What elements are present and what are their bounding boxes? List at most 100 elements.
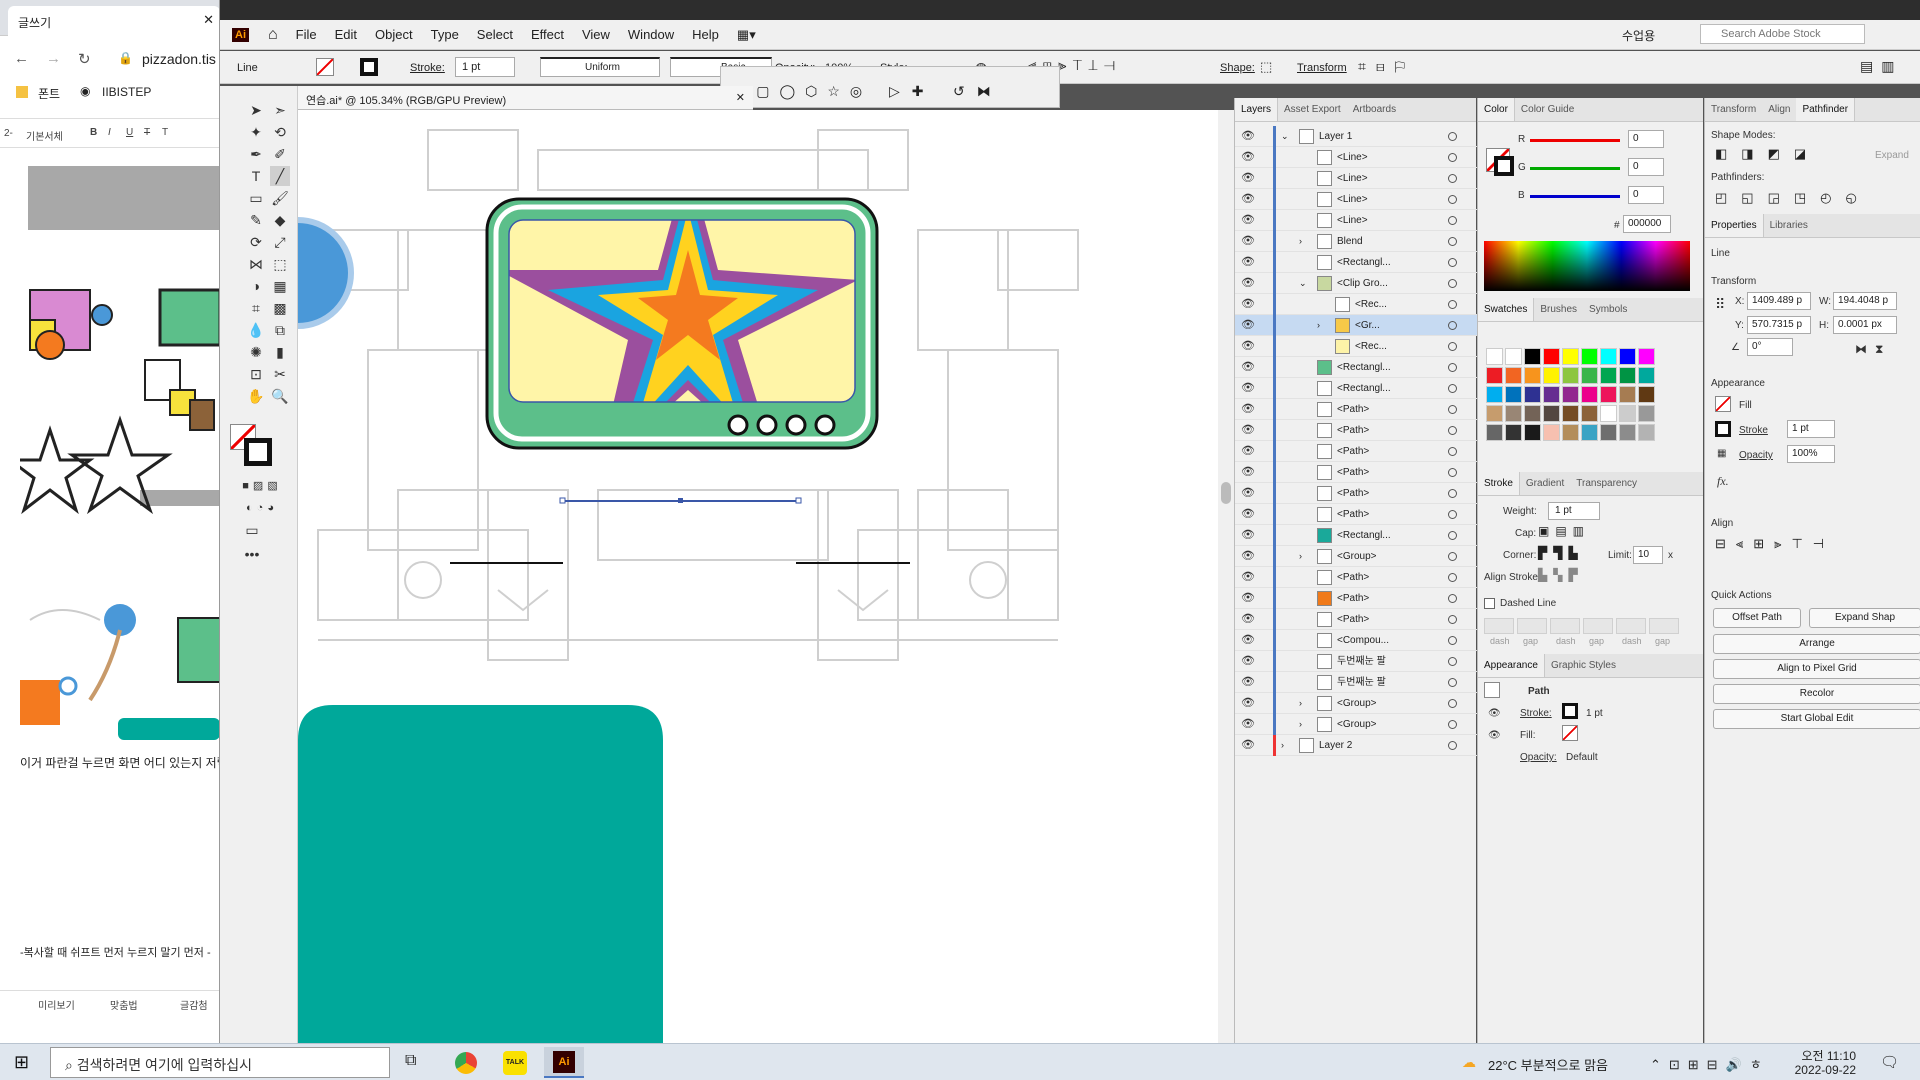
slice-tool-icon[interactable]: ✂: [270, 364, 290, 384]
pen-tool-icon[interactable]: ✒: [246, 144, 266, 164]
layer-row[interactable]: 👁 <Line>: [1235, 147, 1477, 168]
appearance-fill-label[interactable]: Fill:: [1520, 730, 1536, 741]
visibility-eye-icon[interactable]: 👁: [1241, 462, 1255, 483]
strike-button[interactable]: T: [144, 127, 150, 138]
swatch-cell[interactable]: [1600, 386, 1617, 403]
expand-arrow-icon[interactable]: ⌄: [1281, 126, 1289, 147]
angle-input[interactable]: 0°: [1747, 338, 1793, 356]
swatch-cell[interactable]: [1543, 348, 1560, 365]
menu-effect[interactable]: Effect: [522, 27, 573, 42]
swatch-cell[interactable]: [1581, 348, 1598, 365]
target-circle-icon[interactable]: [1448, 216, 1457, 225]
swatch-cell[interactable]: [1543, 386, 1560, 403]
color-spectrum[interactable]: [1484, 241, 1690, 291]
stroke-label[interactable]: Stroke:: [410, 62, 445, 74]
expand-arrow-icon[interactable]: ›: [1281, 735, 1284, 756]
visibility-eye-icon[interactable]: 👁: [1241, 588, 1255, 609]
rotate-reflect-icons[interactable]: ↺⧓: [953, 83, 1003, 100]
target-circle-icon[interactable]: [1448, 258, 1457, 267]
expand-shape-button[interactable]: Expand Shap: [1809, 608, 1920, 628]
swatch-cell[interactable]: [1505, 424, 1522, 441]
stock-search-input[interactable]: Search Adobe Stock: [1700, 24, 1865, 44]
clock-date[interactable]: 2022-09-22: [1790, 1063, 1856, 1077]
visibility-eye-icon[interactable]: 👁: [1241, 504, 1255, 525]
back-icon[interactable]: ←: [14, 50, 29, 67]
swatch-cell[interactable]: [1486, 405, 1503, 422]
swatch-cell[interactable]: [1505, 386, 1522, 403]
swatch-cell[interactable]: [1524, 424, 1541, 441]
layer-row[interactable]: 👁 › <Group>: [1235, 546, 1477, 567]
dash-gap-input[interactable]: [1484, 618, 1514, 634]
tab-transform[interactable]: Transform: [1705, 98, 1762, 121]
spellcheck-button[interactable]: 맞춤법: [110, 997, 138, 1012]
swatch-cell[interactable]: [1619, 386, 1636, 403]
visibility-eye-icon[interactable]: 👁: [1241, 420, 1255, 441]
weight-input[interactable]: 1 pt: [1548, 502, 1600, 520]
layer-row[interactable]: 👁 ⌄ <Clip Gro...: [1235, 273, 1477, 294]
tab-appearance[interactable]: Appearance: [1478, 654, 1545, 677]
target-circle-icon[interactable]: [1448, 720, 1457, 729]
layer-row[interactable]: 👁 <Path>: [1235, 483, 1477, 504]
visibility-eye-icon[interactable]: 👁: [1241, 546, 1255, 567]
layer-row[interactable]: 👁 ⌄ Layer 1: [1235, 126, 1477, 147]
layer-row[interactable]: 👁 <Rectangl...: [1235, 357, 1477, 378]
visibility-eye-icon[interactable]: 👁: [1241, 210, 1255, 231]
appearance-fill-swatch[interactable]: [1562, 725, 1578, 741]
shape-tools-icons[interactable]: ▭▢◯⬡☆◎: [733, 83, 872, 100]
target-circle-icon[interactable]: [1448, 573, 1457, 582]
shaper-tool-icon[interactable]: ✎: [246, 210, 266, 230]
properties-align-icons[interactable]: ⊟⫷⊞⫸⊤⊣: [1715, 536, 1834, 552]
tab-color[interactable]: Color: [1478, 98, 1515, 121]
swatch-cell[interactable]: [1486, 348, 1503, 365]
cap-icons[interactable]: ▣▤▥: [1538, 524, 1590, 538]
post-text[interactable]: 이거 파란걸 누르면 화면 어디 있는지 저렇: [20, 754, 219, 771]
menu-object[interactable]: Object: [366, 27, 422, 42]
teal-rectangle-shape[interactable]: [298, 705, 663, 1050]
zoom-tool-icon[interactable]: 🔍: [270, 386, 290, 406]
swatch-cell[interactable]: [1600, 424, 1617, 441]
bookmark-item[interactable]: IIBISTEP: [102, 85, 151, 99]
properties-fill-swatch[interactable]: [1715, 396, 1731, 412]
swatch-cell[interactable]: [1486, 367, 1503, 384]
clock-time[interactable]: 오전 11:10: [1796, 1047, 1856, 1064]
swatch-cell[interactable]: [1638, 367, 1655, 384]
target-circle-icon[interactable]: [1448, 741, 1457, 750]
layer-row[interactable]: 👁 <Rectangl...: [1235, 378, 1477, 399]
visibility-eye-icon[interactable]: 👁: [1241, 609, 1255, 630]
expand-arrow-icon[interactable]: ›: [1299, 714, 1302, 735]
visibility-eye-icon[interactable]: 👁: [1241, 189, 1255, 210]
recolor-button[interactable]: Recolor: [1713, 684, 1920, 704]
material-button[interactable]: 글감첨: [180, 997, 208, 1012]
select-tools-icons[interactable]: ▷✚: [889, 83, 936, 100]
bold-button[interactable]: B: [90, 127, 97, 138]
chrome-icon[interactable]: [455, 1052, 477, 1074]
tab-color-guide[interactable]: Color Guide: [1515, 98, 1580, 121]
target-circle-icon[interactable]: [1448, 363, 1457, 372]
dash-gap-input[interactable]: [1550, 618, 1580, 634]
swatch-cell[interactable]: [1581, 367, 1598, 384]
visibility-eye-icon[interactable]: 👁: [1241, 630, 1255, 651]
tab-graphic-styles[interactable]: Graphic Styles: [1545, 654, 1622, 677]
target-circle-icon[interactable]: [1448, 531, 1457, 540]
color-stroke-box[interactable]: [1494, 156, 1514, 176]
preview-button[interactable]: 미리보기: [38, 997, 75, 1012]
target-circle-icon[interactable]: [1448, 489, 1457, 498]
scale-tool-icon[interactable]: ⤢: [270, 232, 290, 252]
target-circle-icon[interactable]: [1448, 153, 1457, 162]
artboard-tool-icon[interactable]: ⊡: [246, 364, 266, 384]
target-circle-icon[interactable]: [1448, 678, 1457, 687]
corner-icons[interactable]: ▛▜▙: [1538, 546, 1584, 560]
menu-help[interactable]: Help: [683, 27, 728, 42]
hex-input[interactable]: 000000: [1623, 215, 1671, 233]
b-slider[interactable]: [1530, 195, 1620, 198]
perspective-icon[interactable]: ▦: [270, 276, 290, 296]
swatch-cell[interactable]: [1600, 405, 1617, 422]
swatch-cell[interactable]: [1524, 405, 1541, 422]
blue-circle-shape[interactable]: [298, 217, 354, 329]
tab-swatches[interactable]: Swatches: [1478, 298, 1535, 321]
layer-row[interactable]: 👁 › Blend: [1235, 231, 1477, 252]
swatch-cell[interactable]: [1524, 348, 1541, 365]
shape-label[interactable]: Shape:: [1220, 62, 1255, 74]
swatch-cell[interactable]: [1562, 405, 1579, 422]
illustrator-icon[interactable]: Ai: [553, 1051, 575, 1073]
